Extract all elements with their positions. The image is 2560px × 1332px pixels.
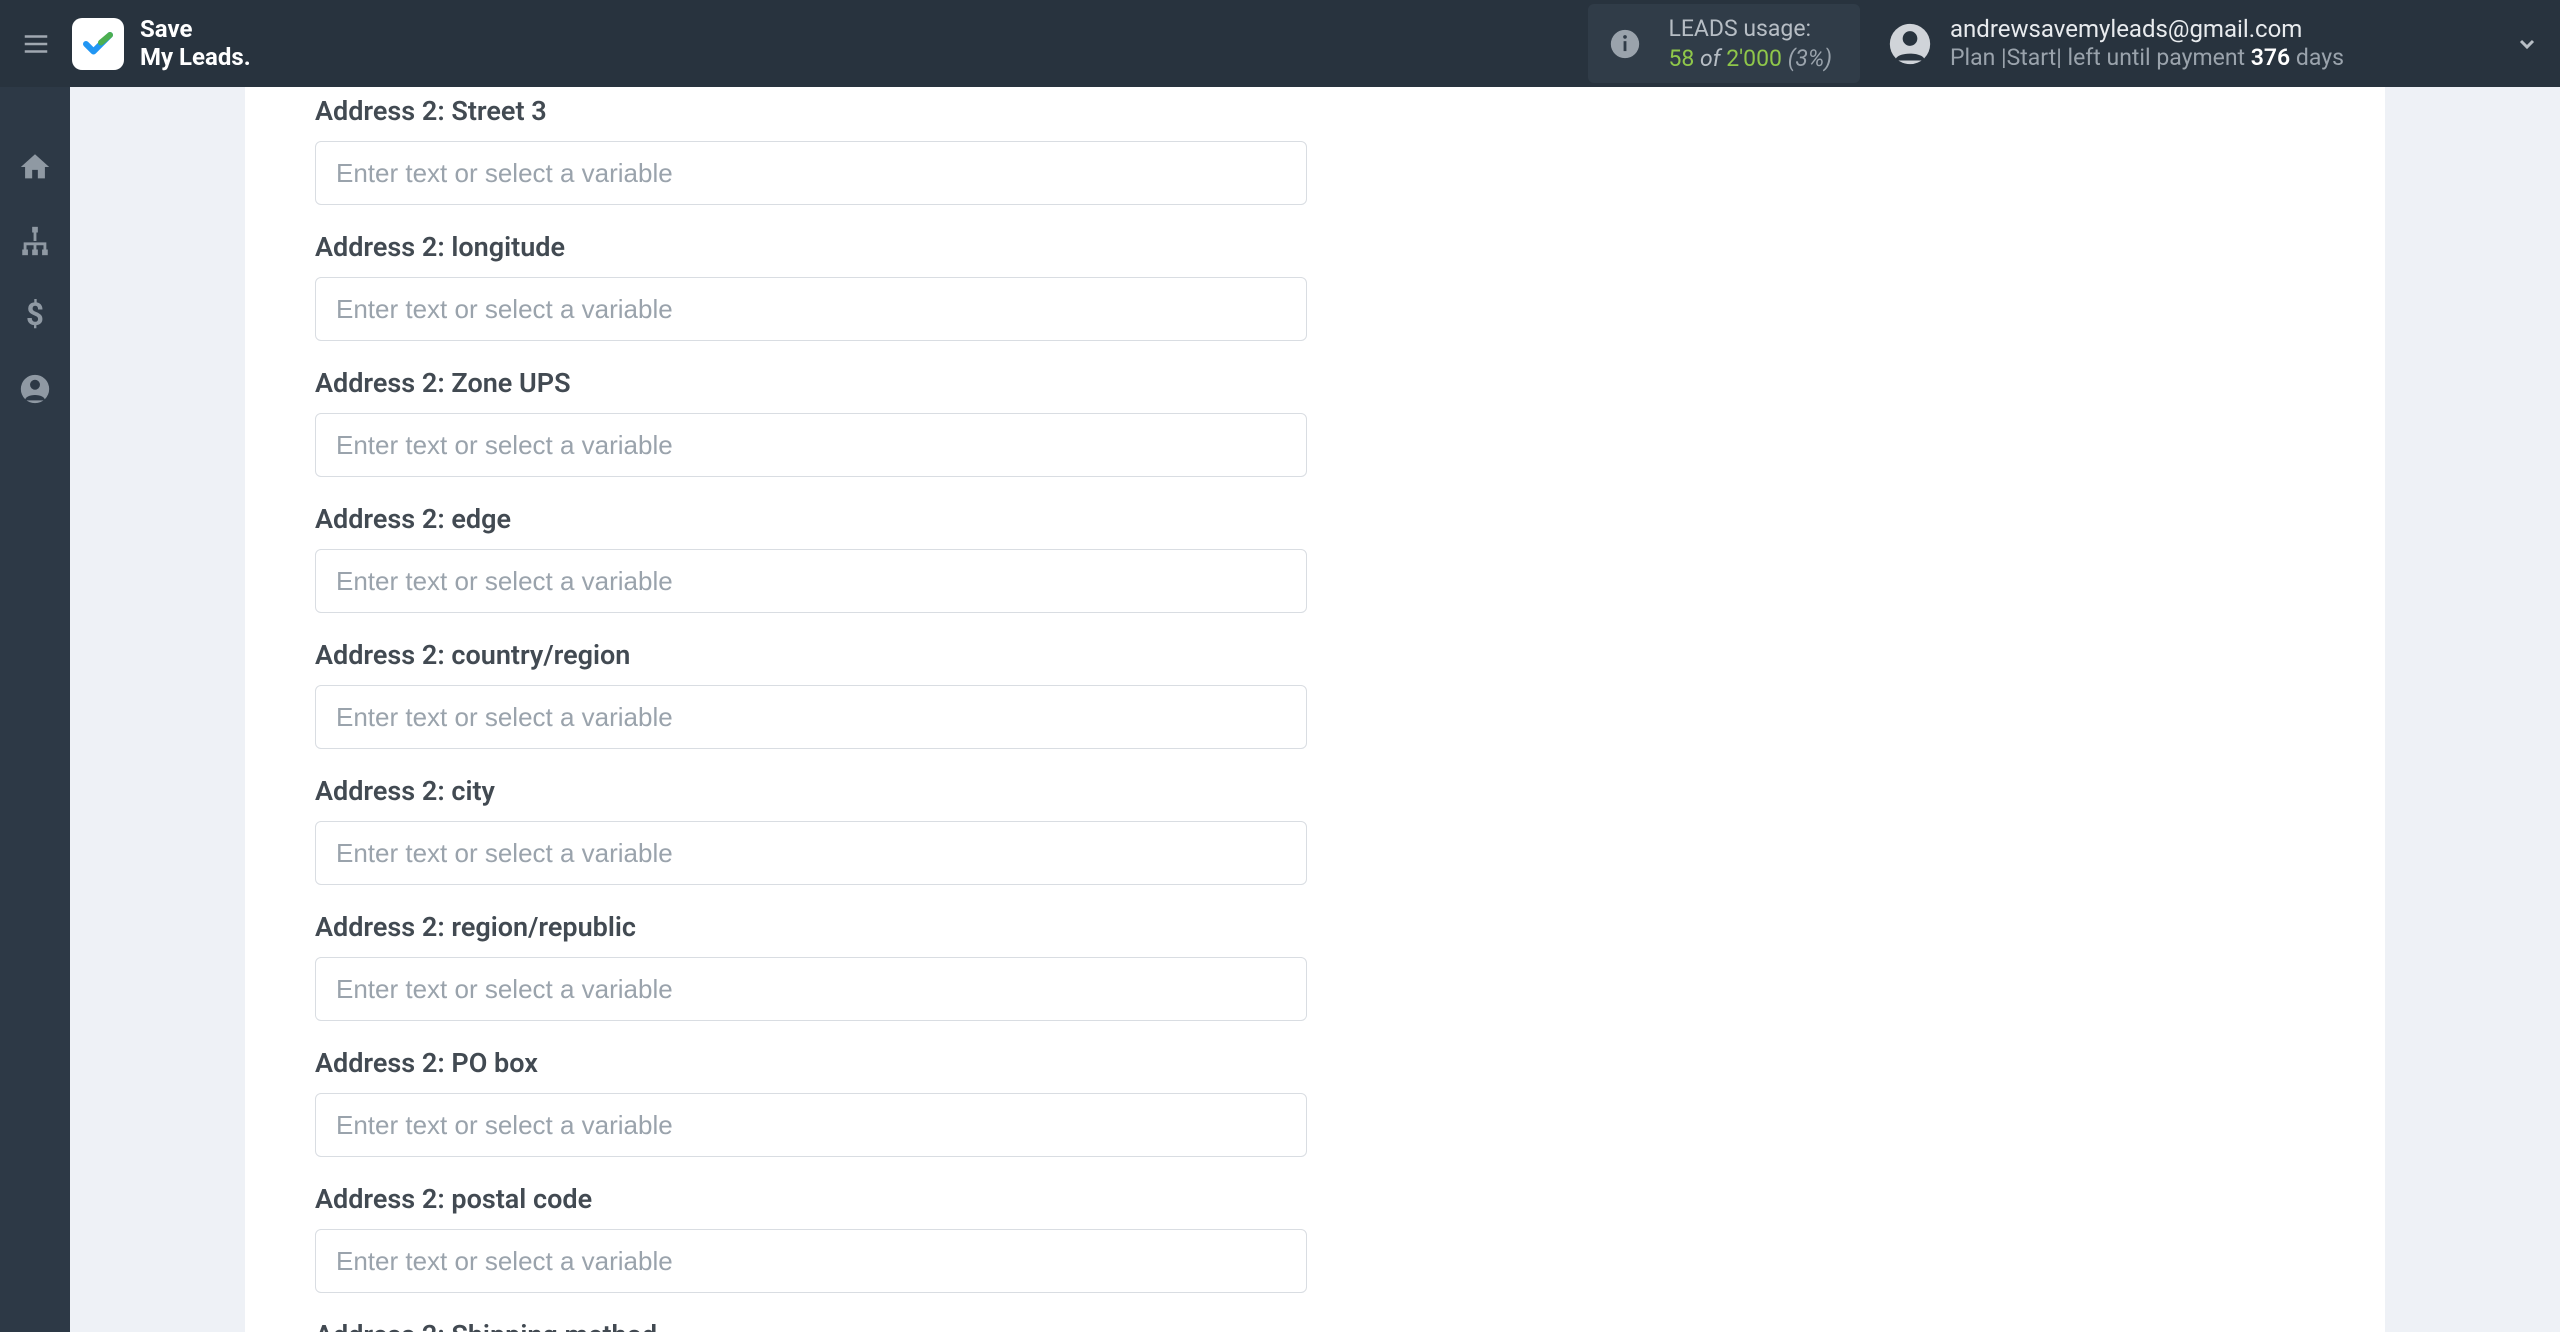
field-label: Address 2: longitude bbox=[315, 231, 2385, 263]
sidebar-item-connections[interactable] bbox=[15, 221, 55, 261]
checkmark-icon bbox=[80, 26, 116, 62]
home-icon bbox=[18, 150, 52, 184]
avatar-icon bbox=[1888, 22, 1932, 66]
logo-mark bbox=[72, 18, 124, 70]
field-address2-longitude: Address 2: longitude bbox=[315, 231, 2385, 341]
sidebar-item-home[interactable] bbox=[15, 147, 55, 187]
header-right: LEADS usage: 58 of 2'000 (3%) andrewsave… bbox=[1588, 4, 2542, 84]
field-label: Address 2: city bbox=[315, 775, 2385, 807]
usage-of: of bbox=[1700, 45, 1720, 72]
field-input-address2-po-box[interactable] bbox=[315, 1093, 1307, 1157]
sitemap-icon bbox=[18, 224, 52, 258]
plan-prefix: Plan |Start| left until payment bbox=[1950, 44, 2245, 71]
usage-text: LEADS usage: 58 of 2'000 (3%) bbox=[1668, 14, 1832, 74]
field-input-address2-zone-ups[interactable] bbox=[315, 413, 1307, 477]
usage-pct: (3%) bbox=[1788, 45, 1832, 72]
account-email: andrewsavemyleads@gmail.com bbox=[1950, 14, 2344, 44]
field-input-address2-longitude[interactable] bbox=[315, 277, 1307, 341]
usage-total: 2'000 bbox=[1726, 45, 1782, 72]
user-icon bbox=[18, 372, 52, 406]
field-label: Address 2: postal code bbox=[315, 1183, 2385, 1215]
field-label: Address 2: Shipping method bbox=[315, 1319, 2385, 1332]
plan-days-suffix: days bbox=[2296, 44, 2344, 71]
field-input-address2-city[interactable] bbox=[315, 821, 1307, 885]
field-address2-postal-code: Address 2: postal code bbox=[315, 1183, 2385, 1293]
info-icon bbox=[1604, 23, 1646, 65]
field-label: Address 2: Zone UPS bbox=[315, 367, 2385, 399]
field-label: Address 2: edge bbox=[315, 503, 2385, 535]
main: Address 2: Street 3 Address 2: longitude… bbox=[70, 87, 2560, 1332]
field-address2-po-box: Address 2: PO box bbox=[315, 1047, 2385, 1157]
field-address2-region-republic: Address 2: region/republic bbox=[315, 911, 2385, 1021]
logo-text: Save My Leads. bbox=[140, 16, 251, 71]
field-input-address2-street3[interactable] bbox=[315, 141, 1307, 205]
dollar-icon: $ bbox=[18, 298, 52, 332]
content-card: Address 2: Street 3 Address 2: longitude… bbox=[245, 87, 2385, 1332]
field-label: Address 2: region/republic bbox=[315, 911, 2385, 943]
field-input-address2-country-region[interactable] bbox=[315, 685, 1307, 749]
plan-days: 376 bbox=[2251, 44, 2290, 71]
field-address2-country-region: Address 2: country/region bbox=[315, 639, 2385, 749]
account-plan: Plan |Start| left until payment 376 days bbox=[1950, 44, 2344, 73]
field-address2-zone-ups: Address 2: Zone UPS bbox=[315, 367, 2385, 477]
usage-values: 58 of 2'000 (3%) bbox=[1668, 44, 1832, 74]
logo[interactable]: Save My Leads. bbox=[72, 16, 251, 71]
field-address2-shipping-method: Address 2: Shipping method - not selecte… bbox=[315, 1319, 2385, 1332]
field-address2-edge: Address 2: edge bbox=[315, 503, 2385, 613]
field-input-address2-region-republic[interactable] bbox=[315, 957, 1307, 1021]
account-block[interactable]: andrewsavemyleads@gmail.com Plan |Start|… bbox=[1888, 14, 2344, 73]
field-label: Address 2: Street 3 bbox=[315, 95, 2385, 127]
menu-button[interactable] bbox=[18, 26, 54, 62]
logo-line2: My Leads. bbox=[140, 44, 251, 72]
hamburger-icon bbox=[21, 29, 51, 59]
account-chevron[interactable] bbox=[2512, 29, 2542, 59]
field-address2-street3: Address 2: Street 3 bbox=[315, 95, 2385, 205]
sidebar-item-account[interactable] bbox=[15, 369, 55, 409]
logo-line1: Save bbox=[140, 15, 192, 43]
field-label: Address 2: PO box bbox=[315, 1047, 2385, 1079]
field-label: Address 2: country/region bbox=[315, 639, 2385, 671]
field-input-address2-edge[interactable] bbox=[315, 549, 1307, 613]
usage-label: LEADS usage: bbox=[1668, 14, 1832, 44]
header: Save My Leads. LEADS usage: 58 of 2'000 … bbox=[0, 0, 2560, 87]
form-area: Address 2: Street 3 Address 2: longitude… bbox=[245, 87, 2385, 1332]
usage-used: 58 bbox=[1668, 45, 1694, 72]
svg-text:$: $ bbox=[26, 298, 44, 332]
account-text: andrewsavemyleads@gmail.com Plan |Start|… bbox=[1950, 14, 2344, 73]
field-input-address2-postal-code[interactable] bbox=[315, 1229, 1307, 1293]
leads-usage-box[interactable]: LEADS usage: 58 of 2'000 (3%) bbox=[1588, 4, 1860, 84]
sidebar-item-billing[interactable]: $ bbox=[15, 295, 55, 335]
field-address2-city: Address 2: city bbox=[315, 775, 2385, 885]
sidebar: $ bbox=[0, 87, 70, 1332]
chevron-down-icon bbox=[2515, 32, 2539, 56]
